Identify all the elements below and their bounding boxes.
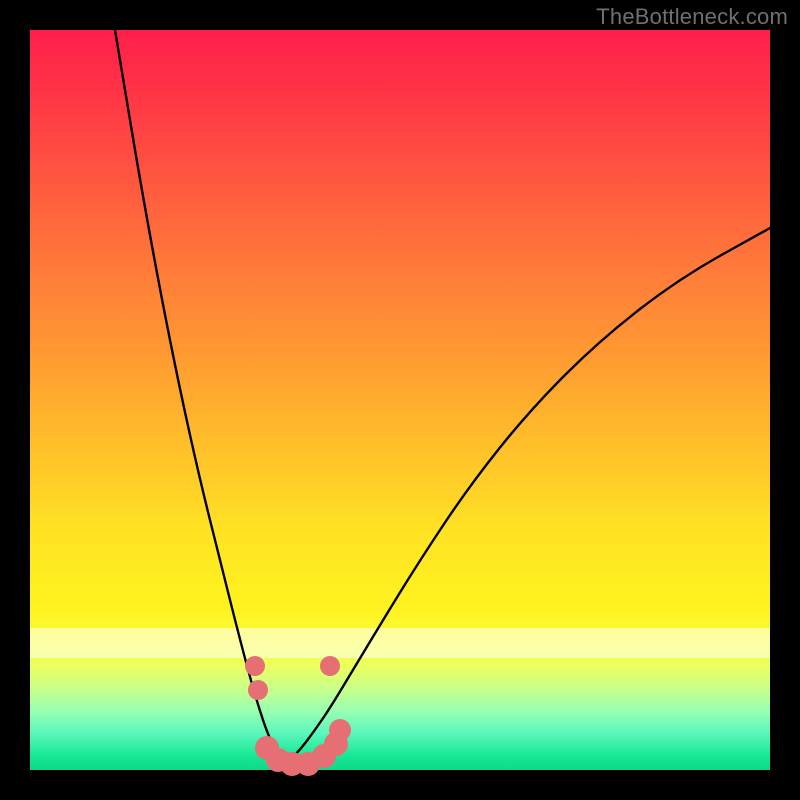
dot — [320, 656, 340, 676]
chart-frame: TheBottleneck.com — [0, 0, 800, 800]
plot-area — [30, 30, 770, 770]
dot — [245, 656, 265, 676]
dot — [329, 719, 351, 741]
watermark-text: TheBottleneck.com — [596, 4, 788, 30]
curve-right-arm — [285, 228, 770, 765]
curve-layer — [30, 30, 770, 770]
dot — [248, 680, 268, 700]
curve-left-arm — [115, 30, 285, 765]
